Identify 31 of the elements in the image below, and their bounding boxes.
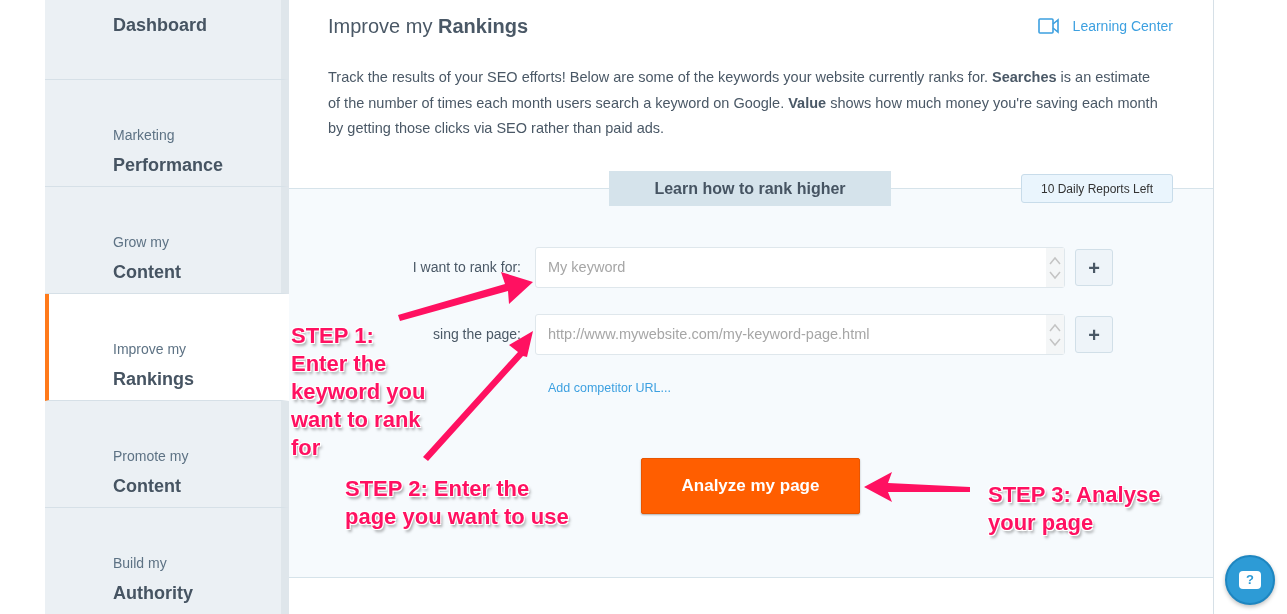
intro-paragraph: Track the results of your SEO efforts! Below are some of the keywords your website currently ranks for. Searches is an estimate of the number of times each month users search a keyword on Google. Value shows how much money you're saving each month by getting those clicks via SEO rather than paid ads. bbox=[327, 68, 1159, 138]
add-button[interactable]: + bbox=[1075, 316, 1113, 353]
sidebar-item-caption: Promote my bbox=[113, 447, 190, 466]
step-annotation: STEP 1: Enter the keyword you want to rank for bbox=[291, 322, 427, 462]
sidebar-item[interactable]: Promote my Content bbox=[45, 401, 289, 508]
sidebar-item[interactable]: Build my Authority bbox=[45, 508, 289, 614]
sidebar-item-caption: Build my bbox=[113, 554, 168, 573]
add-button[interactable]: + bbox=[1075, 249, 1113, 286]
sidebar-item-label: Rankings bbox=[113, 368, 196, 391]
sidebar-item-label: Dashboard bbox=[113, 14, 209, 37]
sidebar-item-caption: Improve my bbox=[113, 340, 188, 359]
section-tab[interactable]: Learn how to rank higher bbox=[609, 171, 891, 206]
sidebar-item-label: Authority bbox=[113, 582, 194, 605]
sidebar-item[interactable]: Improve my Rankings bbox=[45, 294, 289, 401]
spinner-arrows-icon bbox=[1049, 321, 1061, 348]
reports-left-badge: 10 Daily Reports Left bbox=[1021, 174, 1173, 203]
sidebar-item-label: Content bbox=[113, 475, 182, 498]
spinner-arrows-icon bbox=[1049, 254, 1061, 281]
video-camera-icon bbox=[1037, 18, 1059, 34]
step-annotation: STEP 3: Analyse your page bbox=[988, 481, 1162, 537]
field-label: sing the page: bbox=[433, 326, 521, 342]
sidebar-item[interactable]: Marketing Performance bbox=[45, 80, 289, 187]
sidebar-item-label: Content bbox=[113, 261, 182, 284]
field-label: I want to rank for: bbox=[412, 259, 521, 275]
sidebar-item-label: Performance bbox=[113, 154, 225, 177]
sidebar-item[interactable]: Grow my Content bbox=[45, 187, 289, 294]
sidebar-item-caption: Marketing bbox=[113, 126, 176, 145]
sidebar-item[interactable]: Dashboard bbox=[45, 0, 289, 80]
step-annotation: STEP 2: Enter the page you want to use bbox=[345, 475, 570, 531]
page-title: Improve my Rankings bbox=[328, 14, 529, 39]
sidebar-item-caption: Grow my bbox=[113, 233, 170, 252]
